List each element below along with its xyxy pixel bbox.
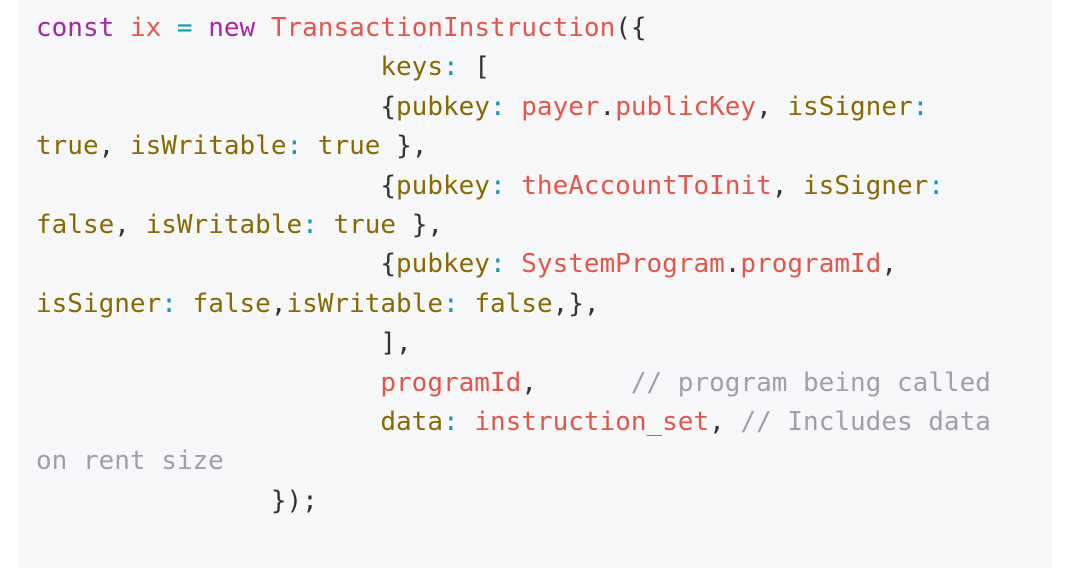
code-token: isSigner [803, 170, 929, 201]
code-token: : [489, 91, 506, 122]
code-line: isSigner: false,isWritable: false,}, [36, 285, 991, 324]
code-token: ix [129, 13, 162, 43]
code-token: : [489, 170, 506, 201]
code-token: : [161, 288, 177, 319]
code-token: : [912, 91, 929, 122]
code-token: true [36, 131, 99, 162]
code-token: new [208, 13, 256, 43]
code-token: programId [380, 367, 522, 398]
code-token: const [36, 13, 115, 43]
code-token: isSigner [36, 288, 162, 319]
code-token: ({ [615, 13, 647, 43]
code-line: {pubkey: payer.publicKey, isSigner: [36, 88, 991, 127]
code-token: : [928, 170, 944, 201]
code-token: isWritable [286, 288, 444, 319]
code-line: false, isWritable: true }, [36, 206, 991, 245]
code-token: on rent size [36, 446, 224, 477]
code-line: ], [36, 324, 991, 363]
code-token: ,}, [552, 288, 600, 319]
code-token: keys [380, 52, 443, 83]
code-token: payer [521, 91, 600, 122]
code-line: data: instruction_set, // Includes data [36, 403, 991, 442]
code-token: isSigner [787, 91, 913, 122]
code-line: }); [36, 482, 991, 521]
code-token: : [443, 406, 459, 437]
code-line: {pubkey: SystemProgram.programId, [36, 245, 991, 284]
code-token: , [881, 249, 897, 280]
code-token: . [724, 249, 741, 280]
code-token: : [443, 288, 459, 319]
code-token: : [443, 52, 459, 83]
code-token: , [709, 406, 741, 437]
code-token: publicKey [615, 91, 757, 122]
code-token: pubkey [396, 91, 490, 122]
code-token: data [380, 406, 443, 437]
code-token: { [380, 170, 397, 201]
code-line: on rent size [36, 442, 991, 481]
code-token: programId [740, 249, 882, 280]
code-token: : [302, 209, 318, 240]
code-token: , [98, 131, 130, 162]
code-token: , [114, 209, 146, 240]
code-token: ], [380, 328, 412, 359]
code-line: keys: [ [36, 48, 991, 87]
code-token: }); [270, 485, 318, 516]
code-token: = [176, 13, 193, 43]
code-line: true, isWritable: true }, [36, 127, 991, 166]
code-line: programId, // program being called [36, 364, 991, 403]
code-token: . [599, 91, 616, 122]
code-token: true [333, 209, 397, 240]
code-token: pubkey [396, 249, 490, 280]
code-token: // Includes data [740, 406, 991, 437]
code-token: theAccountToInit [521, 170, 772, 201]
code-line: {pubkey: theAccountToInit, isSigner: [36, 167, 991, 206]
code-token: false [192, 288, 271, 319]
code-token: , [771, 170, 804, 201]
code-token: pubkey [396, 170, 490, 201]
code-token: { [380, 249, 397, 280]
code-token: false [36, 209, 115, 240]
code-token: isWritable [145, 209, 303, 240]
code-token: TransactionInstruction [270, 13, 616, 43]
code-token: true [317, 131, 381, 162]
code-token: SystemProgram [521, 249, 725, 280]
code-token: , [756, 91, 788, 122]
code-token: false [474, 288, 553, 319]
code-block: const ix = new TransactionInstruction({ … [19, 0, 1052, 568]
code-token: : [489, 249, 506, 280]
code-token: // program being called [630, 367, 991, 398]
code-token: instruction_set [474, 406, 710, 437]
code-token: , [270, 288, 287, 319]
code-token: { [380, 91, 397, 122]
code-token: }, [396, 209, 444, 240]
code-token: [ [458, 52, 490, 83]
code-content: const ix = new TransactionInstruction({ … [36, 9, 991, 521]
code-token: , [521, 367, 537, 398]
code-token: isWritable [129, 131, 287, 162]
code-line: const ix = new TransactionInstruction({ [36, 9, 991, 48]
code-token: }, [380, 131, 428, 162]
code-token: : [286, 131, 303, 162]
